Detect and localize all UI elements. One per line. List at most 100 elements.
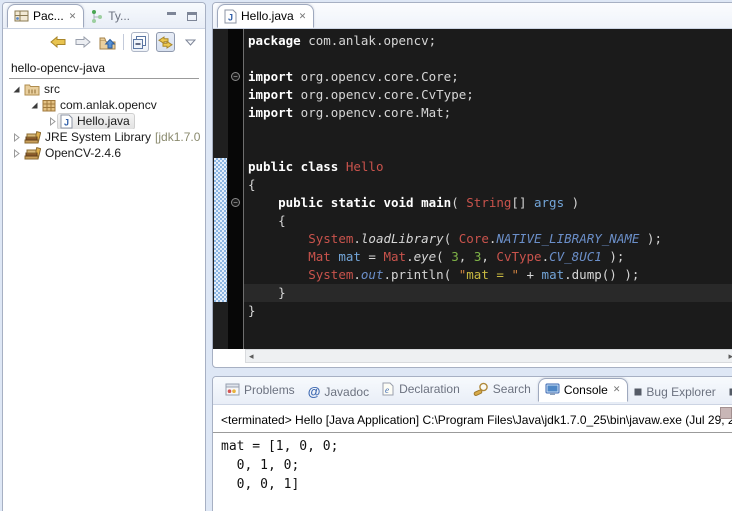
up-icon	[99, 35, 116, 50]
project-root-label[interactable]: hello-opencv-java	[9, 59, 205, 78]
code-line[interactable]: public static void main( String[] args )	[244, 194, 732, 212]
tree-item-body[interactable]: OpenCV-2.4.6	[21, 145, 126, 161]
annotation-ruler[interactable]	[213, 29, 228, 349]
code-token: System	[308, 267, 353, 282]
tree-item-body[interactable]: com.anlak.opencv	[39, 97, 162, 113]
code-line[interactable]	[244, 122, 732, 140]
package-icon	[42, 99, 56, 112]
console-toolbar-icon-fragment[interactable]	[720, 407, 732, 419]
console-tab-console[interactable]: Console ✕	[538, 378, 629, 402]
code-token: (	[444, 231, 459, 246]
sidebar-tab-pac[interactable]: Pac...✕	[7, 4, 84, 28]
tree-item-src[interactable]: src	[9, 81, 205, 97]
folding-gutter[interactable]: −−	[228, 29, 243, 349]
code-token: =	[361, 249, 384, 264]
code-token: 3	[451, 249, 459, 264]
forward-icon	[74, 36, 92, 48]
code-line[interactable]: {	[244, 176, 732, 194]
code-token: out	[361, 267, 384, 282]
close-icon[interactable]: ✕	[612, 384, 621, 395]
scroll-right-icon[interactable]: ▸	[728, 351, 732, 362]
console-output[interactable]: mat = [1, 0, 0; 0, 1, 0; 0, 0, 1]	[213, 435, 732, 494]
code-token: CvType	[496, 249, 541, 264]
console-status-line: <terminated> Hello [Java Application] C:…	[213, 405, 732, 429]
code-line[interactable]: }	[244, 284, 732, 302]
code-token: org.opencv.core.CvType;	[293, 87, 474, 102]
console-tab-search[interactable]: Search	[467, 377, 538, 401]
code-line[interactable]: package com.anlak.opencv;	[244, 32, 732, 50]
expanded-arrow-icon[interactable]	[29, 101, 39, 110]
tab-label: Search	[493, 382, 531, 396]
code-token: }	[248, 285, 286, 300]
package-explorer-view: Pac...✕Ty... hello-opencv-java srccom.an…	[2, 2, 206, 511]
console-tab-problems[interactable]: Problems	[219, 378, 302, 402]
console-output-line: mat = [1, 0, 0;	[221, 437, 732, 456]
code-token: ,	[481, 249, 496, 264]
code-area[interactable]: package com.anlak.opencv; import org.open…	[244, 29, 732, 349]
editor-tab-hello-java[interactable]: J Hello.java ✕	[217, 4, 314, 28]
tree-item-body[interactable]: JRE System Library [jdk1.7.0	[21, 129, 205, 145]
code-token: Core	[459, 231, 489, 246]
code-line[interactable]: System.loadLibrary( Core.NATIVE_LIBRARY_…	[244, 230, 732, 248]
scrollbar-track[interactable]: ◂ ▸	[245, 349, 732, 363]
tree-item-label: com.anlak.opencv	[60, 98, 157, 112]
code-line[interactable]	[244, 140, 732, 158]
collapsed-arrow-icon[interactable]	[11, 133, 21, 142]
code-token: String	[466, 195, 511, 210]
console-tab-declaration[interactable]: eDeclaration	[376, 377, 467, 401]
collapsed-arrow-icon[interactable]	[47, 117, 57, 126]
console-tab-bug-explorer[interactable]: Bug Explorer	[628, 380, 722, 404]
code-line[interactable]: import org.opencv.core.Mat;	[244, 104, 732, 122]
editor-horizontal-scrollbar[interactable]: ◂ ▸	[213, 349, 732, 363]
console-tab-bug[interactable]: Bug	[723, 380, 732, 404]
code-line[interactable]: import org.opencv.core.CvType;	[244, 86, 732, 104]
back-button[interactable]	[49, 32, 67, 52]
fold-collapse-icon[interactable]: −	[231, 72, 240, 81]
code-token: args	[534, 195, 564, 210]
expanded-arrow-icon[interactable]	[11, 85, 21, 94]
code-line[interactable]: System.out.println( "mat = " + mat.dump(…	[244, 266, 732, 284]
code-line[interactable]: }	[244, 302, 732, 320]
collapsed-arrow-icon[interactable]	[11, 149, 21, 158]
code-token: ,	[459, 249, 474, 264]
svg-text:J: J	[228, 12, 233, 22]
tree-item-opencv-2-4-6[interactable]: OpenCV-2.4.6	[9, 145, 205, 161]
tree-item-label: OpenCV-2.4.6	[45, 146, 121, 160]
tree-item-label: JRE System Library	[45, 130, 151, 144]
close-icon[interactable]: ✕	[68, 11, 77, 22]
code-line[interactable]: import org.opencv.core.Core;	[244, 68, 732, 86]
console-tab-javadoc[interactable]: @Javadoc	[302, 380, 376, 404]
code-line[interactable]: {	[244, 212, 732, 230]
tree-item-body[interactable]: JHello.java	[57, 113, 135, 129]
javadoc-icon: @	[308, 384, 321, 399]
forward-button[interactable]	[74, 32, 92, 52]
code-line[interactable]	[244, 50, 732, 68]
close-icon[interactable]: ✕	[298, 11, 307, 22]
code-line[interactable]: public class Hello	[244, 158, 732, 176]
code-line[interactable]: Mat mat = Mat.eye( 3, 3, CvType.CV_8UC1 …	[244, 248, 732, 266]
maximize-button[interactable]	[187, 12, 199, 22]
editor-tabstrip: J Hello.java ✕	[213, 3, 732, 29]
code-token: eye	[414, 249, 437, 264]
view-window-buttons	[167, 12, 201, 28]
collapse-all-button[interactable]	[131, 32, 149, 52]
up-button[interactable]	[99, 32, 116, 52]
code-token: import	[248, 105, 293, 120]
source-folder-icon	[24, 83, 40, 96]
view-menu-button[interactable]	[182, 32, 199, 52]
editor-body: −− package com.anlak.opencv;import org.o…	[213, 29, 732, 349]
tree-item-hello-java[interactable]: JHello.java	[9, 113, 205, 129]
scroll-left-icon[interactable]: ◂	[249, 351, 254, 362]
code-token	[248, 249, 308, 264]
minimize-button[interactable]	[167, 12, 179, 22]
fold-collapse-icon[interactable]: −	[231, 198, 240, 207]
sidebar-tab-ty[interactable]: Ty...	[84, 4, 137, 28]
square-icon	[634, 388, 642, 396]
tree-item-body[interactable]: src	[21, 81, 65, 97]
code-token: );	[639, 231, 662, 246]
tree-item-jre-system-library[interactable]: JRE System Library [jdk1.7.0	[9, 129, 205, 145]
tab-label: Console	[564, 383, 608, 397]
tree-item-com-anlak-opencv[interactable]: com.anlak.opencv	[9, 97, 205, 113]
code-token: Mat	[383, 249, 406, 264]
link-with-editor-button[interactable]	[156, 32, 175, 52]
